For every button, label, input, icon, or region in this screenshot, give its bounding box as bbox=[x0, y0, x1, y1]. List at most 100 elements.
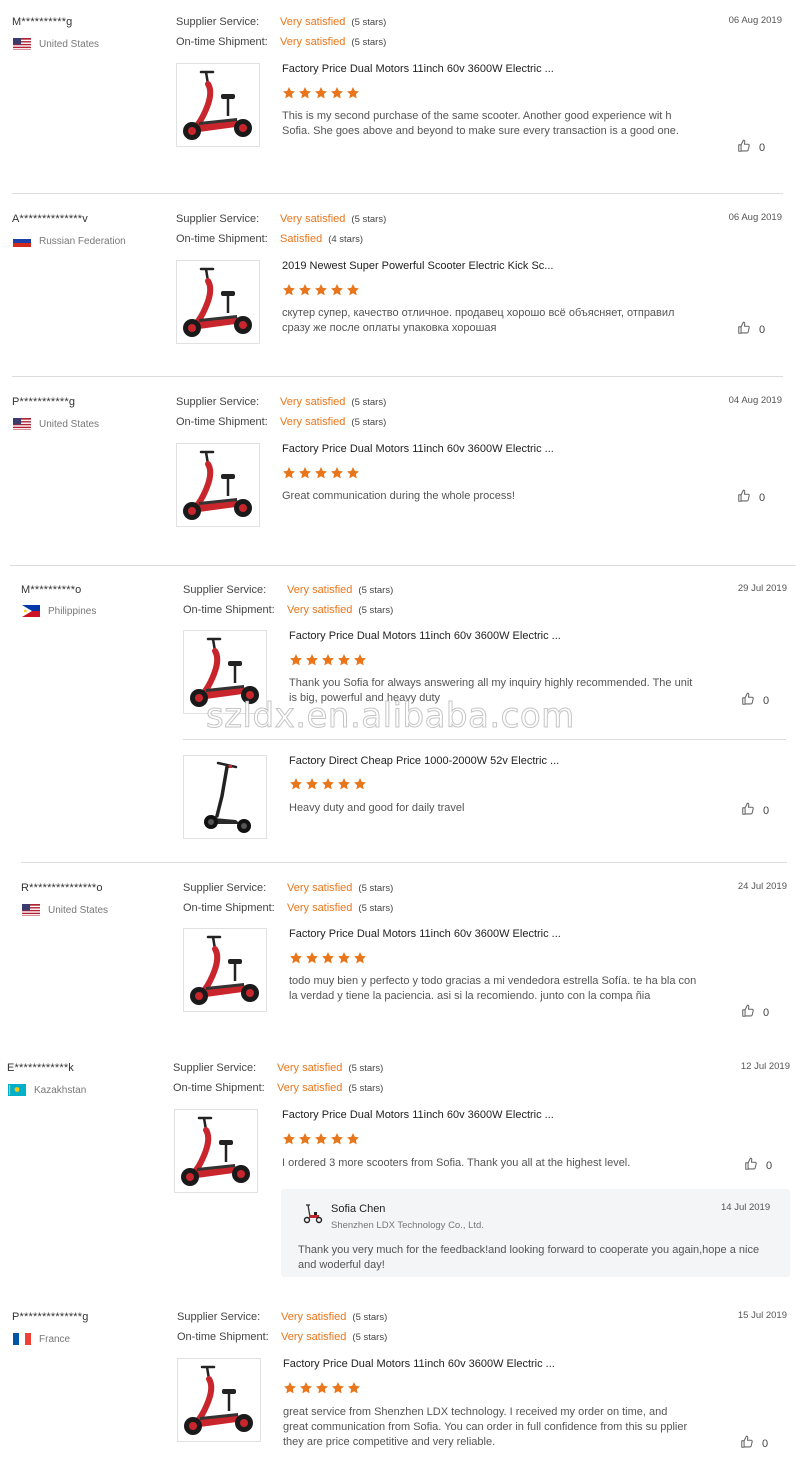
supplier-service-label: Supplier Service: bbox=[183, 882, 267, 894]
supplier-service-stars: (5 stars) bbox=[358, 883, 394, 894]
product-thumbnail[interactable] bbox=[176, 63, 260, 147]
supplier-avatar bbox=[301, 1202, 323, 1229]
reply-date: 14 Jul 2019 bbox=[721, 1202, 771, 1213]
shipment-stars: (5 stars) bbox=[348, 1083, 384, 1094]
shipment-value: Very satisfied bbox=[280, 36, 346, 48]
supplier-service-rating: Supplier Service: Very satisfied (5 stars) bbox=[173, 1062, 383, 1074]
shipment-stars: (4 stars) bbox=[328, 234, 364, 245]
review-text: I ordered 3 more scooters from Sofia. Th… bbox=[282, 1157, 631, 1169]
item-divider bbox=[183, 739, 786, 740]
review-date: 04 Aug 2019 bbox=[728, 395, 782, 406]
helpful-button[interactable]: 0 bbox=[744, 1157, 772, 1174]
country-name: Russian Federation bbox=[39, 235, 126, 247]
flag-ph-icon bbox=[22, 605, 40, 617]
supplier-service-stars: (5 stars) bbox=[352, 1312, 388, 1323]
helpful-button[interactable]: 0 bbox=[737, 321, 765, 338]
product-thumbnail[interactable] bbox=[183, 755, 267, 839]
thumbs-up-icon bbox=[740, 1435, 762, 1452]
country-name: Philippines bbox=[48, 605, 97, 617]
reply-author-name: Sofia Chen bbox=[331, 1203, 386, 1215]
helpful-button[interactable]: 0 bbox=[740, 1435, 768, 1452]
product-title-link[interactable]: Factory Price Dual Motors 11inch 60v 360… bbox=[282, 443, 554, 455]
shipment-value: Very satisfied bbox=[287, 604, 353, 616]
star-icon bbox=[315, 1381, 329, 1400]
star-icon bbox=[289, 653, 303, 672]
supplier-service-label: Supplier Service: bbox=[176, 396, 260, 408]
star-icon bbox=[298, 283, 312, 302]
shipment-stars: (5 stars) bbox=[358, 903, 394, 914]
review-divider bbox=[21, 862, 787, 863]
product-title-link[interactable]: Factory Price Dual Motors 11inch 60v 360… bbox=[282, 63, 554, 75]
product-star-rating bbox=[282, 466, 360, 485]
shipment-label: On-time Shipment: bbox=[183, 604, 275, 616]
shipment-label: On-time Shipment: bbox=[173, 1082, 265, 1094]
star-icon bbox=[346, 86, 360, 105]
product-title-link[interactable]: Factory Price Dual Motors 11inch 60v 360… bbox=[283, 1358, 555, 1370]
review-text: todo muy bien y perfecto y todo gracias … bbox=[289, 975, 697, 1002]
helpful-count: 0 bbox=[759, 141, 766, 154]
product-thumbnail[interactable] bbox=[183, 928, 267, 1012]
star-icon bbox=[314, 86, 328, 105]
scooter-image bbox=[181, 1116, 250, 1186]
buyer-name: M**********g bbox=[12, 16, 73, 28]
helpful-button[interactable]: 0 bbox=[741, 692, 769, 709]
shipment-label: On-time Shipment: bbox=[183, 902, 275, 914]
product-title-link[interactable]: Factory Price Dual Motors 11inch 60v 360… bbox=[289, 630, 561, 642]
star-icon bbox=[353, 653, 367, 672]
review-divider bbox=[12, 193, 783, 194]
buyer-name: A**************v bbox=[12, 213, 88, 225]
scooter-image bbox=[190, 935, 259, 1005]
product-title-link[interactable]: Factory Price Dual Motors 11inch 60v 360… bbox=[289, 928, 561, 940]
shipment-stars: (5 stars) bbox=[352, 1332, 388, 1343]
product-title-link[interactable]: Factory Price Dual Motors 11inch 60v 360… bbox=[282, 1109, 554, 1121]
thumbs-up-icon bbox=[741, 1004, 763, 1021]
buyer-country: United States bbox=[13, 38, 99, 50]
helpful-button[interactable]: 0 bbox=[737, 139, 765, 156]
star-icon bbox=[298, 1132, 312, 1151]
supplier-service-label: Supplier Service: bbox=[176, 16, 260, 28]
review-text: Great communication during the whole pro… bbox=[282, 490, 515, 502]
thumbs-up-icon bbox=[737, 489, 759, 506]
shipment-rating: On-time Shipment: Very satisfied (5 stars) bbox=[177, 1331, 387, 1343]
shipment-label: On-time Shipment: bbox=[177, 1331, 269, 1343]
product-thumbnail[interactable] bbox=[176, 443, 260, 527]
shipment-rating: On-time Shipment: Very satisfied (5 stars) bbox=[176, 416, 386, 428]
flag-ru-icon bbox=[13, 235, 31, 247]
star-icon bbox=[346, 466, 360, 485]
star-icon bbox=[337, 653, 351, 672]
supplier-service-rating: Supplier Service: Very satisfied (5 stars) bbox=[177, 1311, 387, 1323]
star-icon bbox=[305, 777, 319, 796]
shipment-rating: On-time Shipment: Very satisfied (5 stars) bbox=[173, 1082, 383, 1094]
star-icon bbox=[353, 951, 367, 970]
star-icon bbox=[330, 466, 344, 485]
product-thumbnail[interactable] bbox=[176, 260, 260, 344]
review-date: 15 Jul 2019 bbox=[737, 1310, 787, 1321]
country-name: United States bbox=[39, 418, 100, 430]
thumbs-up-icon bbox=[737, 321, 759, 338]
flag-fr-icon bbox=[13, 1333, 31, 1345]
thumbs-up-icon bbox=[741, 802, 763, 819]
product-thumbnail[interactable] bbox=[177, 1358, 261, 1442]
supplier-service-rating: Supplier Service: Very satisfied (5 stars) bbox=[176, 16, 386, 28]
helpful-count: 0 bbox=[762, 1437, 769, 1450]
star-icon bbox=[282, 466, 296, 485]
helpful-button[interactable]: 0 bbox=[741, 802, 769, 819]
product-title-link[interactable]: 2019 Newest Super Powerful Scooter Elect… bbox=[282, 260, 553, 272]
shipment-rating: On-time Shipment: Satisfied (4 stars) bbox=[176, 233, 363, 245]
buyer-name: E************k bbox=[7, 1062, 75, 1074]
product-thumbnail[interactable] bbox=[174, 1109, 258, 1193]
star-icon bbox=[321, 653, 335, 672]
supplier-service-stars: (5 stars) bbox=[351, 214, 387, 225]
buyer-name: R***************o bbox=[21, 882, 103, 894]
star-icon bbox=[299, 1381, 313, 1400]
shipment-rating: On-time Shipment: Very satisfied (5 stars) bbox=[183, 902, 393, 914]
shipment-label: On-time Shipment: bbox=[176, 36, 268, 48]
product-title-link[interactable]: Factory Direct Cheap Price 1000-2000W 52… bbox=[289, 755, 559, 767]
supplier-service-stars: (5 stars) bbox=[348, 1063, 384, 1074]
supplier-service-value: Very satisfied bbox=[277, 1062, 343, 1074]
supplier-service-stars: (5 stars) bbox=[351, 17, 387, 28]
helpful-button[interactable]: 0 bbox=[737, 489, 765, 506]
supplier-service-label: Supplier Service: bbox=[177, 1311, 261, 1323]
helpful-button[interactable]: 0 bbox=[741, 1004, 769, 1021]
supplier-service-value: Very satisfied bbox=[281, 1311, 347, 1323]
